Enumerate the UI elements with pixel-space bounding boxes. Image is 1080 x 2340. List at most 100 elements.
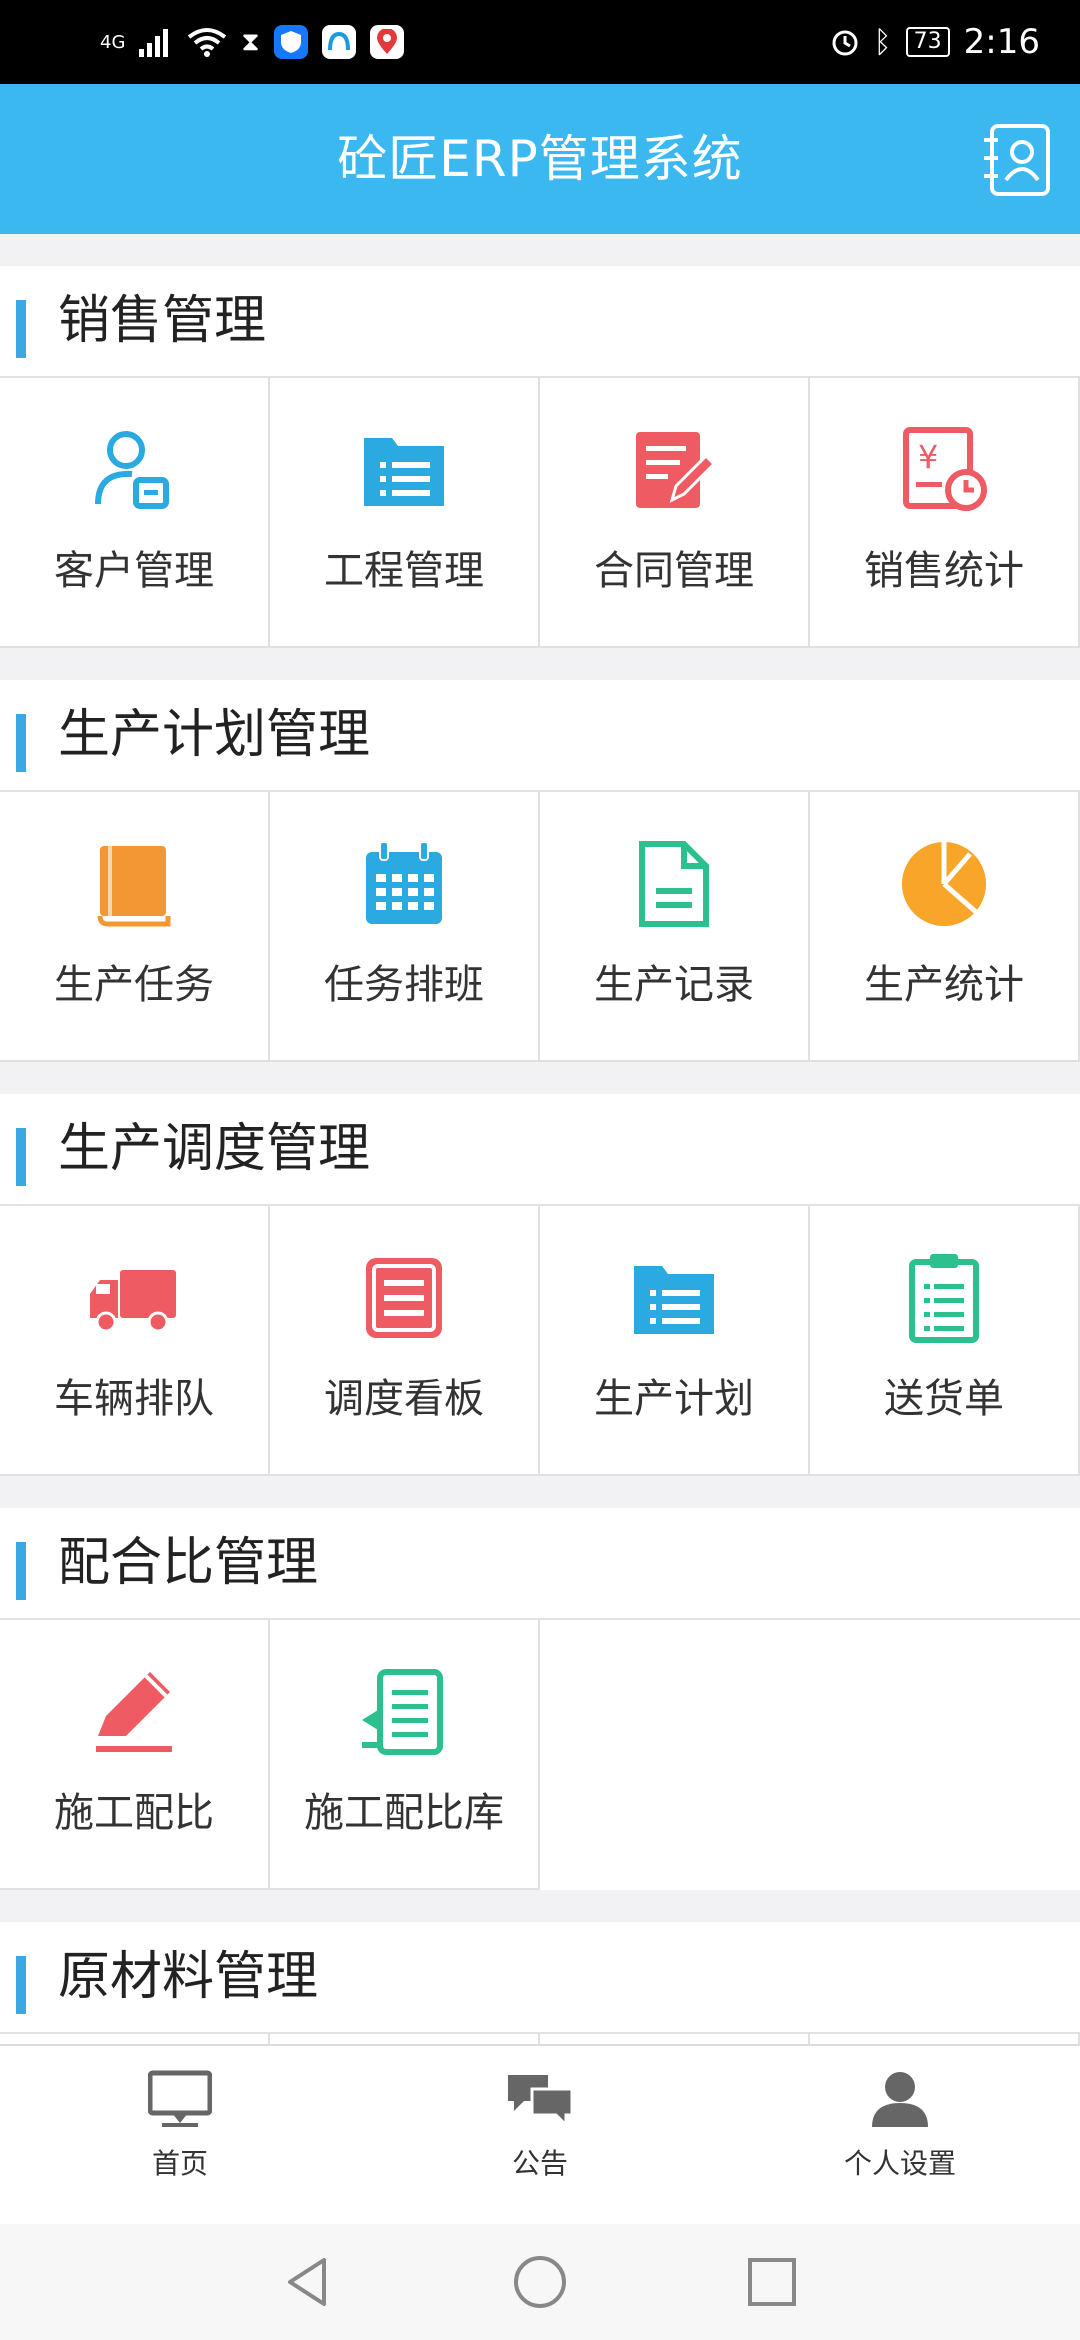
cloud-app-icon <box>321 25 356 59</box>
menu-item-label: 施工配比 <box>54 1790 214 1836</box>
home-circle-icon[interactable] <box>512 2254 568 2310</box>
tab-label: 个人设置 <box>843 2147 956 2180</box>
person-icon <box>864 2066 936 2132</box>
calendar-icon <box>356 836 452 932</box>
menu-item-production-plan[interactable]: 生产计划 <box>540 1206 810 1476</box>
map-app-icon <box>369 25 404 59</box>
main-content: 销售管理 客户管理 工程管理 合同管理 ¥ 销售统计 生产计划管理 生产任务 任… <box>0 234 1080 2044</box>
folder-list-icon <box>356 422 452 518</box>
app-header: 砼匠ERP管理系统 <box>0 84 1080 234</box>
section-accent-bar <box>16 1542 26 1600</box>
page-title: 砼匠ERP管理系统 <box>337 130 743 188</box>
tab-settings[interactable]: 个人设置 <box>720 2046 1080 2226</box>
svg-text:¥: ¥ <box>918 438 938 476</box>
tab-announcement[interactable]: 公告 <box>360 2046 720 2226</box>
section-title: 生产调度管理 <box>58 1119 371 1179</box>
book-icon <box>86 836 182 932</box>
menu-item-production-stat[interactable]: 生产统计 <box>810 792 1080 1062</box>
menu-item-placeholder[interactable] <box>270 2034 540 2044</box>
menu-item-placeholder[interactable] <box>0 2034 270 2044</box>
menu-grid: 施工配比 施工配比库 <box>0 1620 1080 1890</box>
section-raw-material: 原材料管理 <box>0 1922 1080 2044</box>
battery-level: 73 <box>905 27 950 57</box>
hourglass-icon: ⧗ <box>241 26 260 57</box>
back-icon[interactable] <box>280 2254 336 2310</box>
alarm-icon <box>832 30 858 56</box>
menu-item-label: 车辆排队 <box>54 1376 214 1422</box>
system-nav-bar <box>0 2224 1080 2340</box>
section-title: 销售管理 <box>58 291 267 351</box>
section-dispatch: 生产调度管理 车辆排队 调度看板 生产计划 送货单 <box>0 1094 1080 1476</box>
menu-item-label: 调度看板 <box>324 1376 484 1422</box>
menu-item-label: 合同管理 <box>594 548 754 594</box>
menu-grid: 生产任务 任务排班 生产记录 生产统计 <box>0 792 1080 1062</box>
section-sales: 销售管理 客户管理 工程管理 合同管理 ¥ 销售统计 <box>0 266 1080 648</box>
menu-item-label: 工程管理 <box>324 548 484 594</box>
shield-app-icon <box>273 25 308 59</box>
menu-item-contract[interactable]: 合同管理 <box>540 378 810 648</box>
menu-item-label: 生产统计 <box>864 962 1024 1008</box>
section-header: 原材料管理 <box>0 1922 1080 2034</box>
section-accent-bar <box>16 1128 26 1186</box>
menu-item-label: 生产任务 <box>54 962 214 1008</box>
section-mix-ratio: 配合比管理 施工配比 施工配比库 <box>0 1508 1080 1890</box>
menu-item-task-schedule[interactable]: 任务排班 <box>270 792 540 1062</box>
menu-item-project[interactable]: 工程管理 <box>270 378 540 648</box>
menu-item-sales-stat[interactable]: ¥ 销售统计 <box>810 378 1080 648</box>
menu-grid <box>0 2034 1080 2044</box>
menu-item-dispatch-board[interactable]: 调度看板 <box>270 1206 540 1476</box>
menu-grid: 车辆排队 调度看板 生产计划 送货单 <box>0 1206 1080 1476</box>
folder-list-icon <box>626 1250 722 1346</box>
status-bar: 4G ⧗ ᛒ 73 2:16 <box>0 0 1080 84</box>
menu-item-production-task[interactable]: 生产任务 <box>0 792 270 1062</box>
section-accent-bar <box>16 1956 26 2014</box>
contract-edit-icon <box>626 422 722 518</box>
section-header: 生产调度管理 <box>0 1094 1080 1206</box>
network-type: 4G <box>100 31 126 53</box>
section-header: 销售管理 <box>0 266 1080 378</box>
document-icon <box>626 836 722 932</box>
section-header: 配合比管理 <box>0 1508 1080 1620</box>
pie-chart-icon <box>896 836 992 932</box>
section-title: 原材料管理 <box>58 1947 319 2007</box>
sales-stat-icon: ¥ <box>896 422 992 518</box>
menu-item-label: 施工配比库 <box>304 1790 504 1836</box>
menu-grid: 客户管理 工程管理 合同管理 ¥ 销售统计 <box>0 378 1080 648</box>
section-title: 配合比管理 <box>58 1533 319 1593</box>
menu-item-label: 销售统计 <box>864 548 1024 594</box>
menu-item-delivery-note[interactable]: 送货单 <box>810 1206 1080 1476</box>
pencil-icon <box>86 1664 182 1760</box>
menu-item-customer[interactable]: 客户管理 <box>0 378 270 648</box>
menu-item-label: 生产计划 <box>594 1376 754 1422</box>
ratio-library-icon <box>356 1664 452 1760</box>
section-accent-bar <box>16 714 26 772</box>
section-title: 生产计划管理 <box>58 705 371 765</box>
menu-item-placeholder[interactable] <box>810 2034 1080 2044</box>
recents-square-icon[interactable] <box>744 2254 800 2310</box>
menu-item-label: 客户管理 <box>54 548 214 594</box>
empty-cell <box>540 1620 1080 1888</box>
section-accent-bar <box>16 300 26 358</box>
menu-item-vehicle-queue[interactable]: 车辆排队 <box>0 1206 270 1476</box>
bluetooth-icon: ᛒ <box>873 24 892 60</box>
menu-item-label: 任务排班 <box>324 962 484 1008</box>
clipboard-icon <box>896 1250 992 1346</box>
section-production-plan: 生产计划管理 生产任务 任务排班 生产记录 生产统计 <box>0 680 1080 1062</box>
menu-item-ratio-library[interactable]: 施工配比库 <box>270 1620 540 1890</box>
contact-book-icon[interactable] <box>982 122 1054 198</box>
menu-item-placeholder[interactable] <box>540 2034 810 2044</box>
menu-item-label: 生产记录 <box>594 962 754 1008</box>
board-icon <box>356 1250 452 1346</box>
bottom-tab-bar: 首页 公告 个人设置 <box>0 2044 1080 2226</box>
menu-item-production-record[interactable]: 生产记录 <box>540 792 810 1062</box>
signal-icon <box>139 29 169 57</box>
tab-label: 公告 <box>511 2147 568 2180</box>
status-time: 2:16 <box>963 22 1040 62</box>
status-right: ᛒ 73 2:16 <box>830 18 1040 66</box>
section-header: 生产计划管理 <box>0 680 1080 792</box>
tab-label: 首页 <box>151 2147 208 2180</box>
tab-home[interactable]: 首页 <box>0 2046 360 2226</box>
monitor-icon <box>144 2066 216 2132</box>
truck-icon <box>86 1250 182 1346</box>
menu-item-construction-ratio[interactable]: 施工配比 <box>0 1620 270 1890</box>
